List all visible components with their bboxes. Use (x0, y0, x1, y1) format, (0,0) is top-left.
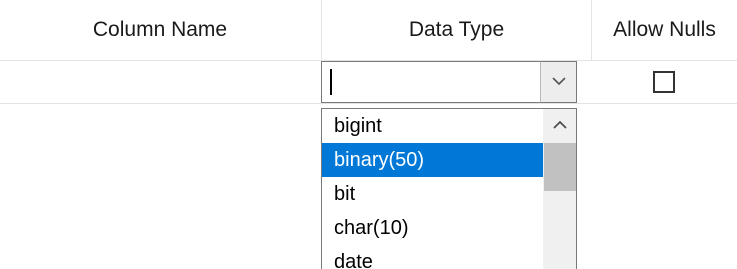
data-type-dropdown-button[interactable] (540, 61, 577, 103)
chevron-up-icon (553, 116, 567, 134)
column-name-cell[interactable] (0, 61, 320, 103)
allow-nulls-cell (591, 61, 737, 103)
data-type-header[interactable]: Data Type (321, 0, 591, 60)
allow-nulls-checkbox[interactable] (653, 71, 675, 93)
data-type-dropdown-list: bigint binary(50) bit char(10) date (321, 108, 577, 269)
column-header-row: Column Name Data Type Allow Nulls (0, 0, 737, 61)
column-name-header[interactable]: Column Name (0, 0, 320, 60)
chevron-down-icon (551, 73, 566, 91)
table-row (0, 61, 737, 104)
table-designer-grid: Column Name Data Type Allow Nulls (0, 0, 737, 104)
data-type-option-bigint[interactable]: bigint (322, 109, 543, 143)
data-type-option-bit[interactable]: bit (322, 177, 543, 211)
data-type-option-char[interactable]: char(10) (322, 211, 543, 245)
allow-nulls-header[interactable]: Allow Nulls (591, 0, 737, 60)
data-type-options: bigint binary(50) bit char(10) date (322, 109, 543, 269)
dropdown-scrollbar[interactable] (543, 109, 576, 269)
data-type-input[interactable] (321, 61, 577, 103)
scroll-thumb[interactable] (544, 143, 576, 191)
data-type-option-date[interactable]: date (322, 245, 543, 269)
text-caret (330, 69, 332, 95)
data-type-option-binary[interactable]: binary(50) (322, 143, 543, 177)
scroll-up-button[interactable] (543, 109, 576, 141)
